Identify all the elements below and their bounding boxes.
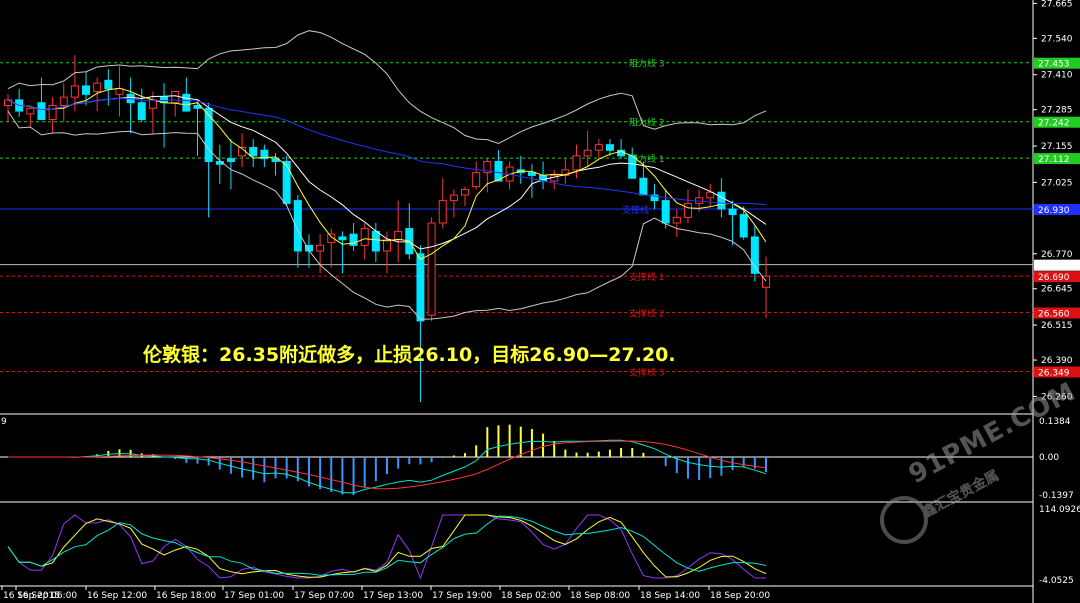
candle-body xyxy=(360,228,369,246)
time-tick-label: 18 Sep 20:00 xyxy=(710,591,770,601)
level-price-label: 26.560 xyxy=(1038,310,1070,320)
oscillator-tick-label: 114.0926 xyxy=(1039,505,1080,515)
time-tick-label: 18 Sep 08:00 xyxy=(570,591,630,601)
candle-body xyxy=(137,102,146,120)
trade-annotation: 伦敦银：26.35附近做多，止损26.10，目标26.90—27.20. xyxy=(143,344,676,366)
candle-body xyxy=(572,155,581,171)
level-price-label: 27.453 xyxy=(1038,60,1070,70)
candle-body xyxy=(449,194,458,202)
candle-body xyxy=(316,244,325,252)
level-price-label: 27.112 xyxy=(1038,155,1070,165)
candle-body xyxy=(82,85,91,95)
level-name: 支撑线 1 xyxy=(629,271,665,283)
candle-body xyxy=(527,172,536,176)
candle-body xyxy=(171,91,180,104)
candle-body xyxy=(661,200,670,224)
macd-tick-label: -0.1397 xyxy=(1039,491,1074,501)
candle-body xyxy=(639,177,648,196)
oscillator-tick-label: -4.0525 xyxy=(1039,576,1074,586)
candle-body xyxy=(226,158,235,162)
macd-tick-label: 0.00 xyxy=(1039,453,1059,463)
candle-body xyxy=(750,236,759,274)
candle-body xyxy=(427,222,436,316)
candle-body xyxy=(70,85,79,98)
candle-body xyxy=(59,96,68,106)
price-tick-label: 27.155 xyxy=(1041,142,1073,152)
candle-body xyxy=(249,146,258,157)
price-tick-label: 27.025 xyxy=(1041,178,1073,188)
candle-body xyxy=(338,236,347,241)
time-tick-label: 17 Sep 07:00 xyxy=(294,591,354,601)
level-name: 阻力线 3 xyxy=(629,58,665,70)
time-tick-label: 17 Sep 13:00 xyxy=(363,591,423,601)
level-name: 支撑线 xyxy=(622,204,649,216)
bollinger-lower xyxy=(7,110,767,320)
candle-body xyxy=(371,230,380,252)
level-price-label: 26.690 xyxy=(1038,273,1070,283)
candle-body xyxy=(93,82,102,93)
candle-body xyxy=(583,149,592,157)
ma-slow-line xyxy=(7,97,767,206)
candle-body xyxy=(37,102,46,120)
candle-body xyxy=(26,107,35,115)
price-tick-label: 26.770 xyxy=(1041,250,1073,260)
candle-body xyxy=(494,160,503,182)
price-tick-label: 26.645 xyxy=(1041,285,1073,295)
candle-body xyxy=(605,144,614,151)
price-tick-label: 26.515 xyxy=(1041,321,1073,331)
time-tick-label: 18 Sep 14:00 xyxy=(640,591,700,601)
panel-label: 9 xyxy=(1,417,7,427)
level-name: 支撑线 2 xyxy=(629,308,665,320)
time-tick-label: 17 Sep 19:00 xyxy=(432,591,492,601)
candle-body xyxy=(672,216,681,224)
candle-body xyxy=(628,155,637,179)
candle-body xyxy=(182,93,191,112)
price-tick-label: 27.665 xyxy=(1041,0,1073,9)
price-tick-label: 27.410 xyxy=(1041,71,1073,81)
time-tick-label: 16 Sep 18:00 xyxy=(156,591,216,601)
level-name: 支撑线 3 xyxy=(629,367,665,379)
current-price-label: 26.731 xyxy=(1038,262,1070,272)
candle-body xyxy=(204,107,213,162)
candle-body xyxy=(472,172,481,188)
candle-body xyxy=(48,105,57,120)
candle-body xyxy=(461,188,470,196)
time-tick-label: 16 Sep 12:00 xyxy=(87,591,147,601)
candle-body xyxy=(717,191,726,210)
candle-body xyxy=(104,79,113,90)
level-price-label: 27.242 xyxy=(1038,119,1070,129)
time-tick-label: 18 Sep 02:00 xyxy=(501,591,561,601)
candle-body xyxy=(115,88,124,95)
candle-body xyxy=(416,253,425,322)
candle-body xyxy=(438,200,447,224)
price-tick-label: 26.390 xyxy=(1041,356,1073,366)
candle-body xyxy=(594,144,603,151)
candle-body xyxy=(383,239,391,252)
time-tick-label: 17 Sep 01:00 xyxy=(224,591,284,601)
price-tick-label: 27.540 xyxy=(1041,34,1073,44)
candle-body xyxy=(728,208,737,216)
level-price-label: 26.930 xyxy=(1038,206,1070,216)
candle-body xyxy=(739,214,748,238)
candle-body xyxy=(282,160,291,204)
time-tick-label: 16 Sep 06:00 xyxy=(17,591,77,601)
candle-body xyxy=(683,202,692,218)
candle-body xyxy=(148,99,157,109)
candle-body xyxy=(394,230,403,241)
price-tick-label: 27.285 xyxy=(1041,106,1073,116)
